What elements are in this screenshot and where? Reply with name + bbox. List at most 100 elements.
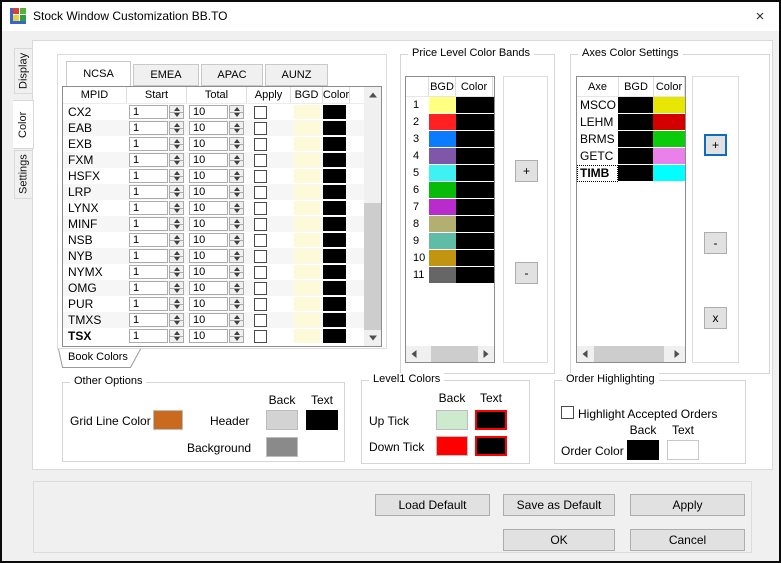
start-spinner[interactable]: 1 (129, 313, 185, 327)
color-swatch[interactable] (456, 216, 494, 232)
axe-label[interactable]: GETC (577, 148, 618, 165)
spinner-down-icon[interactable] (169, 239, 184, 247)
start-spinner[interactable]: 1 (129, 329, 185, 343)
total-spinner[interactable]: 10 (189, 169, 245, 183)
spinner-down-icon[interactable] (169, 143, 184, 151)
total-spinner[interactable]: 10 (189, 217, 245, 231)
color-swatch[interactable] (456, 97, 494, 113)
color-swatch[interactable] (456, 182, 494, 198)
bgd-swatch[interactable] (294, 249, 320, 263)
start-spinner-value[interactable]: 1 (129, 169, 168, 183)
spinner-down-icon[interactable] (169, 319, 184, 327)
color-swatch[interactable] (652, 114, 685, 130)
bgd-swatch[interactable] (429, 233, 456, 249)
apply-checkbox[interactable] (254, 313, 267, 327)
bgd-swatch[interactable] (294, 217, 320, 231)
scroll-right-icon[interactable] (669, 346, 685, 362)
color-swatch[interactable] (456, 114, 494, 130)
start-spinner[interactable]: 1 (129, 233, 185, 247)
color-swatch[interactable] (456, 199, 494, 215)
load-default-button[interactable]: Load Default (375, 494, 490, 516)
bgd-swatch[interactable] (294, 281, 320, 295)
spinner-down-icon[interactable] (229, 287, 244, 295)
axes-remove-button[interactable]: - (704, 232, 727, 254)
bgd-swatch[interactable] (294, 105, 320, 119)
bgd-swatch[interactable] (429, 250, 456, 266)
total-spinner-value[interactable]: 10 (189, 313, 228, 327)
spinner-down-icon[interactable] (229, 319, 244, 327)
total-spinner-value[interactable]: 10 (189, 281, 228, 295)
spinner-down-icon[interactable] (229, 207, 244, 215)
apply-checkbox[interactable] (254, 185, 267, 199)
color-swatch[interactable] (323, 265, 346, 279)
color-swatch[interactable] (456, 165, 494, 181)
start-spinner-value[interactable]: 1 (129, 137, 168, 151)
start-spinner[interactable]: 1 (129, 121, 185, 135)
start-spinner-value[interactable]: 1 (129, 329, 168, 343)
bgd-swatch[interactable] (294, 169, 320, 183)
apply-checkbox[interactable] (254, 169, 267, 183)
color-swatch[interactable] (652, 97, 685, 113)
bgd-swatch[interactable] (294, 329, 320, 343)
color-swatch[interactable] (323, 201, 346, 215)
total-spinner-value[interactable]: 10 (189, 249, 228, 263)
start-spinner[interactable]: 1 (129, 153, 185, 167)
color-swatch[interactable] (456, 131, 494, 147)
scrollbar-thumb[interactable] (593, 346, 665, 362)
start-spinner-value[interactable]: 1 (129, 281, 168, 295)
bgd-swatch[interactable] (429, 182, 456, 198)
total-spinner-value[interactable]: 10 (189, 329, 228, 343)
spinner-down-icon[interactable] (169, 191, 184, 199)
color-swatch[interactable] (456, 250, 494, 266)
total-spinner-value[interactable]: 10 (189, 169, 228, 183)
apply-checkbox[interactable] (254, 329, 267, 343)
total-spinner-value[interactable]: 10 (189, 265, 228, 279)
color-swatch[interactable] (323, 281, 346, 295)
apply-checkbox[interactable] (254, 281, 267, 295)
total-spinner[interactable]: 10 (189, 281, 245, 295)
total-spinner-value[interactable]: 10 (189, 233, 228, 247)
bgd-swatch[interactable] (618, 165, 653, 181)
close-button[interactable]: × (745, 4, 775, 29)
total-spinner-value[interactable]: 10 (189, 105, 228, 119)
spinner-down-icon[interactable] (229, 191, 244, 199)
spinner-down-icon[interactable] (169, 223, 184, 231)
bgd-swatch[interactable] (429, 267, 456, 283)
total-spinner-value[interactable]: 10 (189, 201, 228, 215)
tab-apac[interactable]: APAC (201, 64, 263, 86)
tab-emea[interactable]: EMEA (133, 64, 199, 86)
apply-checkbox[interactable] (254, 217, 267, 231)
start-spinner[interactable]: 1 (129, 185, 185, 199)
apply-button[interactable]: Apply (630, 494, 745, 516)
apply-checkbox[interactable] (254, 249, 267, 263)
header-back-swatch[interactable] (266, 410, 298, 430)
total-spinner-value[interactable]: 10 (189, 137, 228, 151)
apply-checkbox[interactable] (254, 137, 267, 151)
save-as-default-button[interactable]: Save as Default (503, 494, 615, 516)
spinner-down-icon[interactable] (229, 175, 244, 183)
bgd-swatch[interactable] (294, 185, 320, 199)
spinner-down-icon[interactable] (169, 255, 184, 263)
color-swatch[interactable] (323, 185, 346, 199)
start-spinner-value[interactable]: 1 (129, 217, 168, 231)
scrollbar-thumb[interactable] (430, 346, 478, 362)
color-swatch[interactable] (323, 249, 346, 263)
header-text-swatch[interactable] (306, 410, 338, 430)
total-spinner-value[interactable]: 10 (189, 217, 228, 231)
start-spinner[interactable]: 1 (129, 249, 185, 263)
axe-label[interactable]: TIMB (577, 165, 619, 182)
color-swatch[interactable] (652, 131, 685, 147)
up-tick-text-swatch[interactable] (475, 410, 507, 430)
bgd-swatch[interactable] (618, 131, 653, 147)
start-spinner-value[interactable]: 1 (129, 105, 168, 119)
start-spinner-value[interactable]: 1 (129, 201, 168, 215)
total-spinner[interactable]: 10 (189, 313, 245, 327)
color-swatch[interactable] (323, 297, 346, 311)
bgd-swatch[interactable] (294, 153, 320, 167)
scroll-right-icon[interactable] (478, 346, 494, 362)
mpid-vertical-scrollbar[interactable] (364, 87, 381, 346)
color-swatch[interactable] (456, 233, 494, 249)
bgd-swatch[interactable] (429, 199, 456, 215)
apply-checkbox[interactable] (254, 201, 267, 215)
spinner-down-icon[interactable] (169, 335, 184, 343)
